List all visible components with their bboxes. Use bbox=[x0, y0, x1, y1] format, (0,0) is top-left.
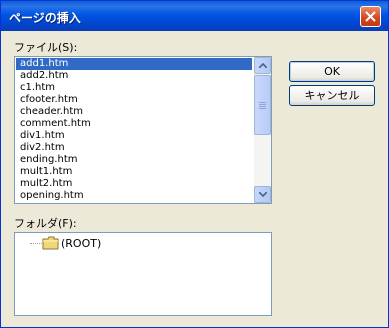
arrow-up-icon bbox=[259, 63, 267, 68]
list-item[interactable]: add2.htm bbox=[16, 70, 252, 82]
ok-button[interactable]: OK bbox=[289, 61, 375, 82]
file-list-label: ファイル(S): bbox=[14, 41, 78, 54]
tree-item-root[interactable]: (ROOT) bbox=[61, 237, 101, 250]
close-icon bbox=[365, 11, 376, 22]
list-item[interactable]: opening.htm bbox=[16, 190, 252, 202]
list-item[interactable]: mult2.htm bbox=[16, 178, 252, 190]
list-item[interactable]: add1.htm bbox=[16, 58, 252, 70]
list-item[interactable]: c1.htm bbox=[16, 82, 252, 94]
file-list-scrollbar[interactable] bbox=[254, 57, 271, 203]
list-item[interactable]: div2.htm bbox=[16, 142, 252, 154]
cancel-button[interactable]: キャンセル bbox=[289, 85, 375, 106]
scroll-thumb[interactable] bbox=[254, 75, 271, 135]
title-bar[interactable]: ページの挿入 bbox=[1, 1, 388, 31]
folder-tree-label: フォルダ(F): bbox=[14, 217, 77, 230]
list-item[interactable]: cheader.htm bbox=[16, 106, 252, 118]
folder-tree[interactable]: (ROOT) bbox=[14, 232, 272, 316]
list-item[interactable]: comment.htm bbox=[16, 118, 252, 130]
list-item[interactable]: mult1.htm bbox=[16, 166, 252, 178]
close-button[interactable] bbox=[360, 6, 381, 27]
list-item[interactable]: cfooter.htm bbox=[16, 94, 252, 106]
scroll-up-button[interactable] bbox=[254, 57, 271, 74]
folder-icon bbox=[42, 236, 59, 250]
scroll-down-button[interactable] bbox=[254, 186, 271, 203]
window-title: ページの挿入 bbox=[9, 11, 81, 25]
arrow-down-icon bbox=[259, 192, 267, 197]
file-list[interactable]: add1.htm add2.htm c1.htm cfooter.htm cheader… bbox=[14, 56, 272, 204]
list-item[interactable]: div1.htm bbox=[16, 130, 252, 142]
file-list-items: add1.htm add2.htm c1.htm cfooter.htm cheader… bbox=[16, 58, 252, 202]
list-item[interactable]: ending.htm bbox=[16, 154, 252, 166]
insert-page-dialog: ページの挿入 ファイル(S): add1.htm add2.htm c1.htm cf… bbox=[0, 0, 389, 328]
